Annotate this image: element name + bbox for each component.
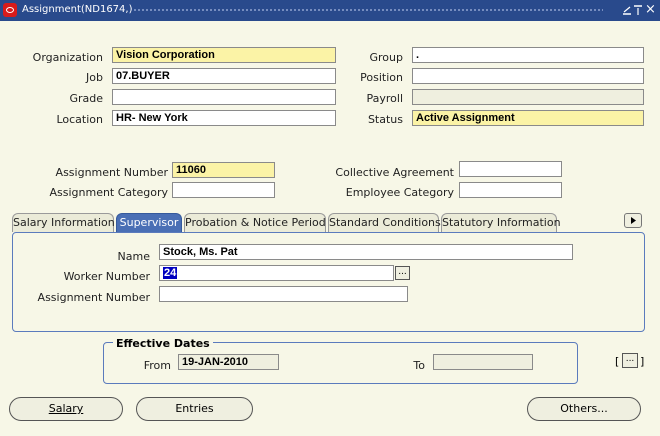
- tab-statutory-information[interactable]: Statutory Information: [441, 213, 561, 232]
- grade-label: Grade: [69, 92, 103, 105]
- minimize-icon[interactable]: [622, 4, 632, 19]
- supervisor-assignment-number-field[interactable]: [159, 286, 408, 302]
- salary-button[interactable]: Salary: [9, 397, 123, 421]
- job-field[interactable]: 07.BUYER: [112, 68, 336, 84]
- group-label: Group: [369, 51, 404, 64]
- position-field[interactable]: [412, 68, 644, 84]
- arrow-right-icon: [631, 217, 636, 224]
- tab-standard-conditions[interactable]: Standard Conditions: [328, 213, 441, 232]
- oracle-app-icon: [3, 3, 17, 17]
- status-label: Status: [367, 113, 403, 126]
- entries-button-label: Entries: [175, 402, 214, 415]
- grade-field[interactable]: [112, 89, 336, 105]
- tab-supervisor[interactable]: Supervisor: [116, 213, 182, 232]
- worker-number-field[interactable]: 24: [159, 265, 394, 281]
- tab-salary-information[interactable]: Salary Information: [12, 213, 115, 232]
- supervisor-name-label: Name: [117, 250, 150, 263]
- payroll-field[interactable]: [412, 89, 644, 105]
- location-field[interactable]: HR- New York: [112, 110, 336, 126]
- entries-button[interactable]: Entries: [136, 397, 253, 421]
- assignment-number-label: Assignment Number: [55, 166, 168, 179]
- assignment-number-field[interactable]: 11060: [172, 162, 275, 178]
- organization-field[interactable]: Vision Corporation: [112, 47, 336, 63]
- from-label: From: [143, 359, 171, 372]
- assignment-category-label: Assignment Category: [49, 186, 168, 199]
- employee-category-field[interactable]: [459, 182, 562, 198]
- payroll-label: Payroll: [366, 92, 403, 105]
- group-field[interactable]: .: [412, 47, 644, 63]
- supervisor-assignment-number-label: Assignment Number: [37, 291, 150, 304]
- collective-agreement-label: Collective Agreement: [335, 166, 454, 179]
- others-button[interactable]: Others...: [527, 397, 641, 421]
- collective-agreement-field[interactable]: [459, 161, 562, 177]
- others-button-label: Others...: [560, 402, 608, 415]
- tab-scroll-right-button[interactable]: [624, 213, 642, 228]
- maximize-icon[interactable]: [633, 4, 643, 19]
- position-label: Position: [360, 71, 403, 84]
- worker-number-value: 24: [163, 267, 178, 279]
- assignment-category-field[interactable]: [172, 182, 275, 198]
- effective-dates-title: Effective Dates: [113, 337, 213, 350]
- bracket-right: ]: [640, 355, 645, 368]
- to-label: To: [413, 359, 425, 372]
- title-bar: Assignment(ND1674,) ×: [0, 0, 660, 21]
- from-date-field[interactable]: 19-JAN-2010: [178, 354, 279, 370]
- close-icon[interactable]: ×: [645, 3, 656, 16]
- worker-number-label: Worker Number: [63, 270, 150, 283]
- supervisor-name-field[interactable]: Stock, Ms. Pat: [159, 244, 573, 260]
- salary-button-label: Salary: [48, 402, 84, 415]
- worker-number-lov-button[interactable]: ...: [395, 266, 410, 280]
- job-label: Job: [86, 71, 103, 84]
- location-label: Location: [56, 113, 103, 126]
- title-bar-pattern: [133, 8, 603, 12]
- employee-category-label: Employee Category: [345, 186, 454, 199]
- tab-probation-notice-period[interactable]: Probation & Notice Period: [184, 213, 326, 232]
- to-date-field[interactable]: [433, 354, 533, 370]
- bracket-left: [: [615, 355, 620, 368]
- descriptive-flexfield-button[interactable]: ...: [622, 353, 638, 368]
- organization-label: Organization: [32, 51, 103, 64]
- status-field[interactable]: Active Assignment: [412, 110, 644, 126]
- window-title: Assignment(ND1674,): [22, 4, 133, 15]
